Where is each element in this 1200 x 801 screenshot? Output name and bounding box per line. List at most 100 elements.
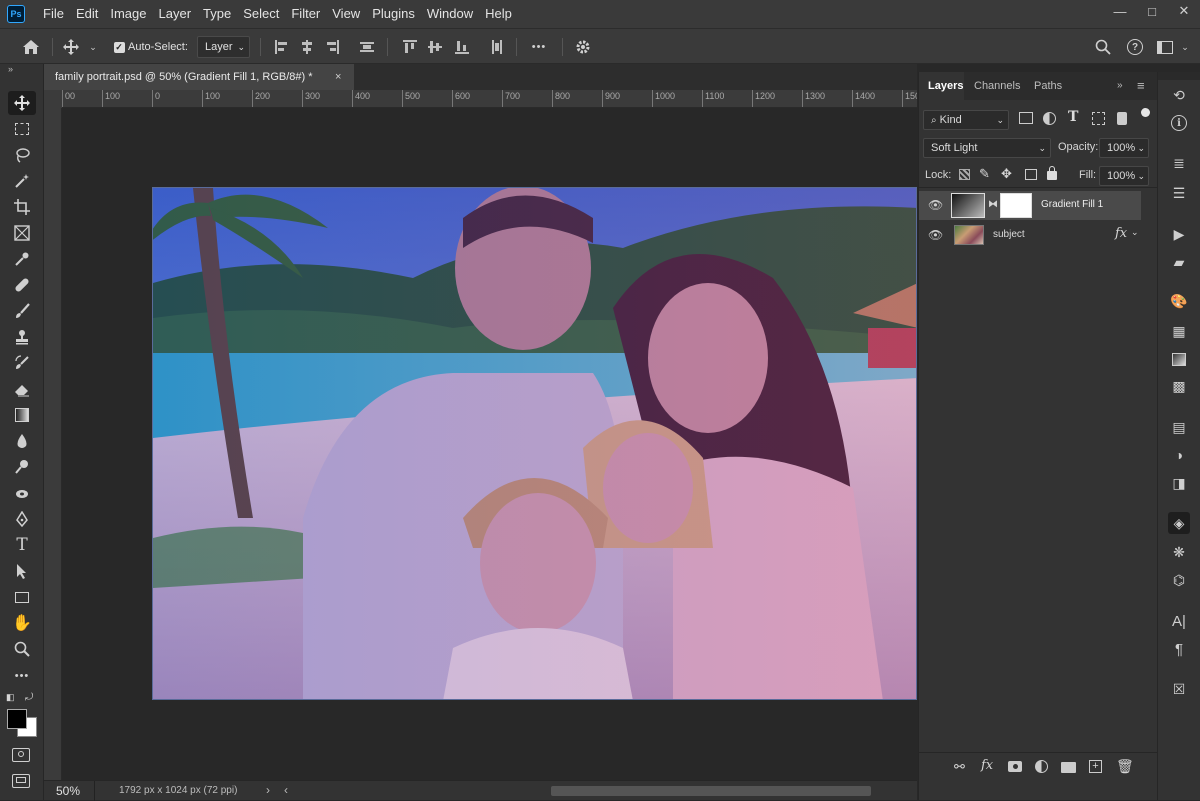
libraries-icon[interactable]: ◨ <box>1168 472 1190 494</box>
layer-row-subject[interactable]: 👁 subject fx ⌄ <box>919 221 1141 250</box>
eye-icon[interactable]: 👁 <box>928 228 943 242</box>
lock-artboard-icon[interactable] <box>1025 169 1037 180</box>
menu-edit[interactable]: Edit <box>70 0 104 28</box>
paragraph-icon[interactable]: ¶ <box>1168 638 1190 660</box>
menu-window[interactable]: Window <box>421 0 479 28</box>
chevron-down-icon[interactable]: ⌄ <box>1131 227 1139 238</box>
properties-icon[interactable]: ▤ <box>1168 416 1190 438</box>
path-pen-icon[interactable] <box>8 507 36 531</box>
move-tool-icon[interactable] <box>60 29 82 65</box>
eye-icon[interactable]: 👁 <box>928 198 943 212</box>
panel-menu-icon[interactable]: ≡ <box>1137 72 1145 100</box>
tool-presets-icon[interactable]: ▰ <box>1168 251 1190 273</box>
layer-row-gradient-fill[interactable]: 👁 ⧓ Gradient Fill 1 <box>919 191 1141 220</box>
gradients-icon[interactable] <box>1168 348 1190 370</box>
tab-paths[interactable]: Paths <box>1034 72 1062 100</box>
chevron-down-icon[interactable]: ⌄ <box>86 29 100 65</box>
path-selection-icon[interactable] <box>8 559 36 583</box>
foreground-color-swatch[interactable] <box>7 709 27 729</box>
menu-view[interactable]: View <box>326 0 366 28</box>
rectangle-tool-icon[interactable] <box>8 585 36 609</box>
filter-type-icon[interactable]: T <box>1068 109 1078 125</box>
healing-brush-icon[interactable] <box>8 273 36 297</box>
maximize-button[interactable]: □ <box>1136 0 1168 22</box>
default-colors-icon[interactable]: ◧ <box>6 692 15 703</box>
layers-stack-icon[interactable]: ◈ <box>1168 512 1190 534</box>
brush-settings-icon[interactable]: ≣ <box>1168 152 1190 174</box>
swatches-icon[interactable]: ▦ <box>1168 320 1190 342</box>
filter-smart-object-icon[interactable] <box>1117 112 1127 125</box>
menu-filter[interactable]: Filter <box>285 0 326 28</box>
menu-type[interactable]: Type <box>197 0 237 28</box>
minimize-button[interactable]: — <box>1104 0 1136 22</box>
type-tool-icon[interactable]: T <box>8 533 36 557</box>
eyedropper-icon[interactable] <box>8 247 36 271</box>
vertical-ruler[interactable] <box>44 108 62 780</box>
add-layer-style-icon[interactable]: fx <box>981 758 993 773</box>
ruler-origin[interactable] <box>44 90 62 108</box>
workspace-icon[interactable] <box>1155 29 1175 65</box>
color-icon[interactable]: 🎨 <box>1168 290 1190 312</box>
menu-layer[interactable]: Layer <box>153 0 198 28</box>
align-horizontal-centers-icon[interactable] <box>300 40 314 54</box>
menu-image[interactable]: Image <box>104 0 152 28</box>
zoom-tool-icon[interactable] <box>8 637 36 661</box>
filter-shape-icon[interactable] <box>1092 112 1105 125</box>
channels-icon[interactable]: ❋ <box>1168 541 1190 563</box>
fill-input[interactable]: 100% ⌄ <box>1099 166 1149 186</box>
horizontal-scrollbar[interactable] <box>551 786 871 796</box>
hand-tool-icon[interactable]: ✋ <box>8 611 36 635</box>
gear-icon[interactable] <box>572 29 594 65</box>
frame-tool-icon[interactable] <box>8 221 36 245</box>
quick-mask-icon[interactable] <box>12 748 30 762</box>
magic-wand-icon[interactable] <box>8 169 36 193</box>
tab-layers[interactable]: Layers <box>919 72 964 100</box>
more-options-icon[interactable]: ••• <box>526 29 552 65</box>
marquee-tool-icon[interactable] <box>8 117 36 141</box>
status-menu-arrow[interactable]: › <box>266 783 270 797</box>
history-brush-icon[interactable] <box>8 351 36 375</box>
patterns-icon[interactable]: ▩ <box>1168 375 1190 397</box>
paths-icon[interactable]: ⌬ <box>1168 569 1190 591</box>
move-tool-icon[interactable] <box>8 91 36 115</box>
lasso-tool-icon[interactable] <box>8 143 36 167</box>
chevron-down-icon[interactable]: ⌄ <box>1178 29 1192 65</box>
close-icon[interactable]: × <box>335 64 341 90</box>
menu-plugins[interactable]: Plugins <box>366 0 421 28</box>
adjustments-sliders-icon[interactable]: ☰ <box>1168 182 1190 204</box>
layer-effects-icon[interactable]: fx <box>1115 226 1127 241</box>
align-right-edges-icon[interactable] <box>325 40 339 54</box>
screen-mode-icon[interactable] <box>12 774 30 788</box>
collapse-icon[interactable]: » <box>8 64 13 74</box>
history-icon[interactable]: ⟲ <box>1168 84 1190 106</box>
layer-filter-dropdown[interactable]: ⌕ Kind ⌄ <box>923 110 1009 130</box>
link-layers-icon[interactable]: ⚯ <box>954 759 965 775</box>
lock-image-icon[interactable]: ✎ <box>979 166 990 182</box>
menu-select[interactable]: Select <box>237 0 285 28</box>
new-adjustment-layer-icon[interactable] <box>1035 760 1048 773</box>
auto-select-checkbox[interactable]: ✓ <box>113 29 125 65</box>
menu-help[interactable]: Help <box>479 0 518 28</box>
brush-tool-icon[interactable] <box>8 299 36 323</box>
layer-mask-thumbnail[interactable] <box>1000 193 1032 218</box>
close-button[interactable]: ✕ <box>1168 0 1200 22</box>
search-icon[interactable] <box>1092 29 1114 65</box>
opacity-input[interactable]: 100% ⌄ <box>1099 138 1149 158</box>
delete-layer-icon[interactable]: 🗑 <box>1116 758 1134 775</box>
blur-tool-icon[interactable] <box>8 429 36 453</box>
new-layer-icon[interactable]: + <box>1089 760 1102 773</box>
notes-icon[interactable]: ☒ <box>1168 678 1190 700</box>
lock-all-icon[interactable] <box>1047 166 1057 180</box>
eraser-icon[interactable] <box>8 377 36 401</box>
align-top-edges-icon[interactable] <box>403 40 417 54</box>
filter-pixel-icon[interactable] <box>1019 112 1033 124</box>
lock-transparent-icon[interactable] <box>959 169 970 180</box>
play-actions-icon[interactable]: ▶ <box>1168 223 1190 245</box>
filter-adjustment-icon[interactable] <box>1043 112 1056 125</box>
filter-toggle-icon[interactable] <box>1141 108 1150 117</box>
zoom-level[interactable]: 50% <box>56 784 80 798</box>
link-icon[interactable]: ⧓ <box>988 199 998 210</box>
pen-tool-icon[interactable] <box>8 481 36 505</box>
auto-select-target-dropdown[interactable]: Layer ⌄ <box>197 36 250 58</box>
crop-tool-icon[interactable] <box>8 195 36 219</box>
